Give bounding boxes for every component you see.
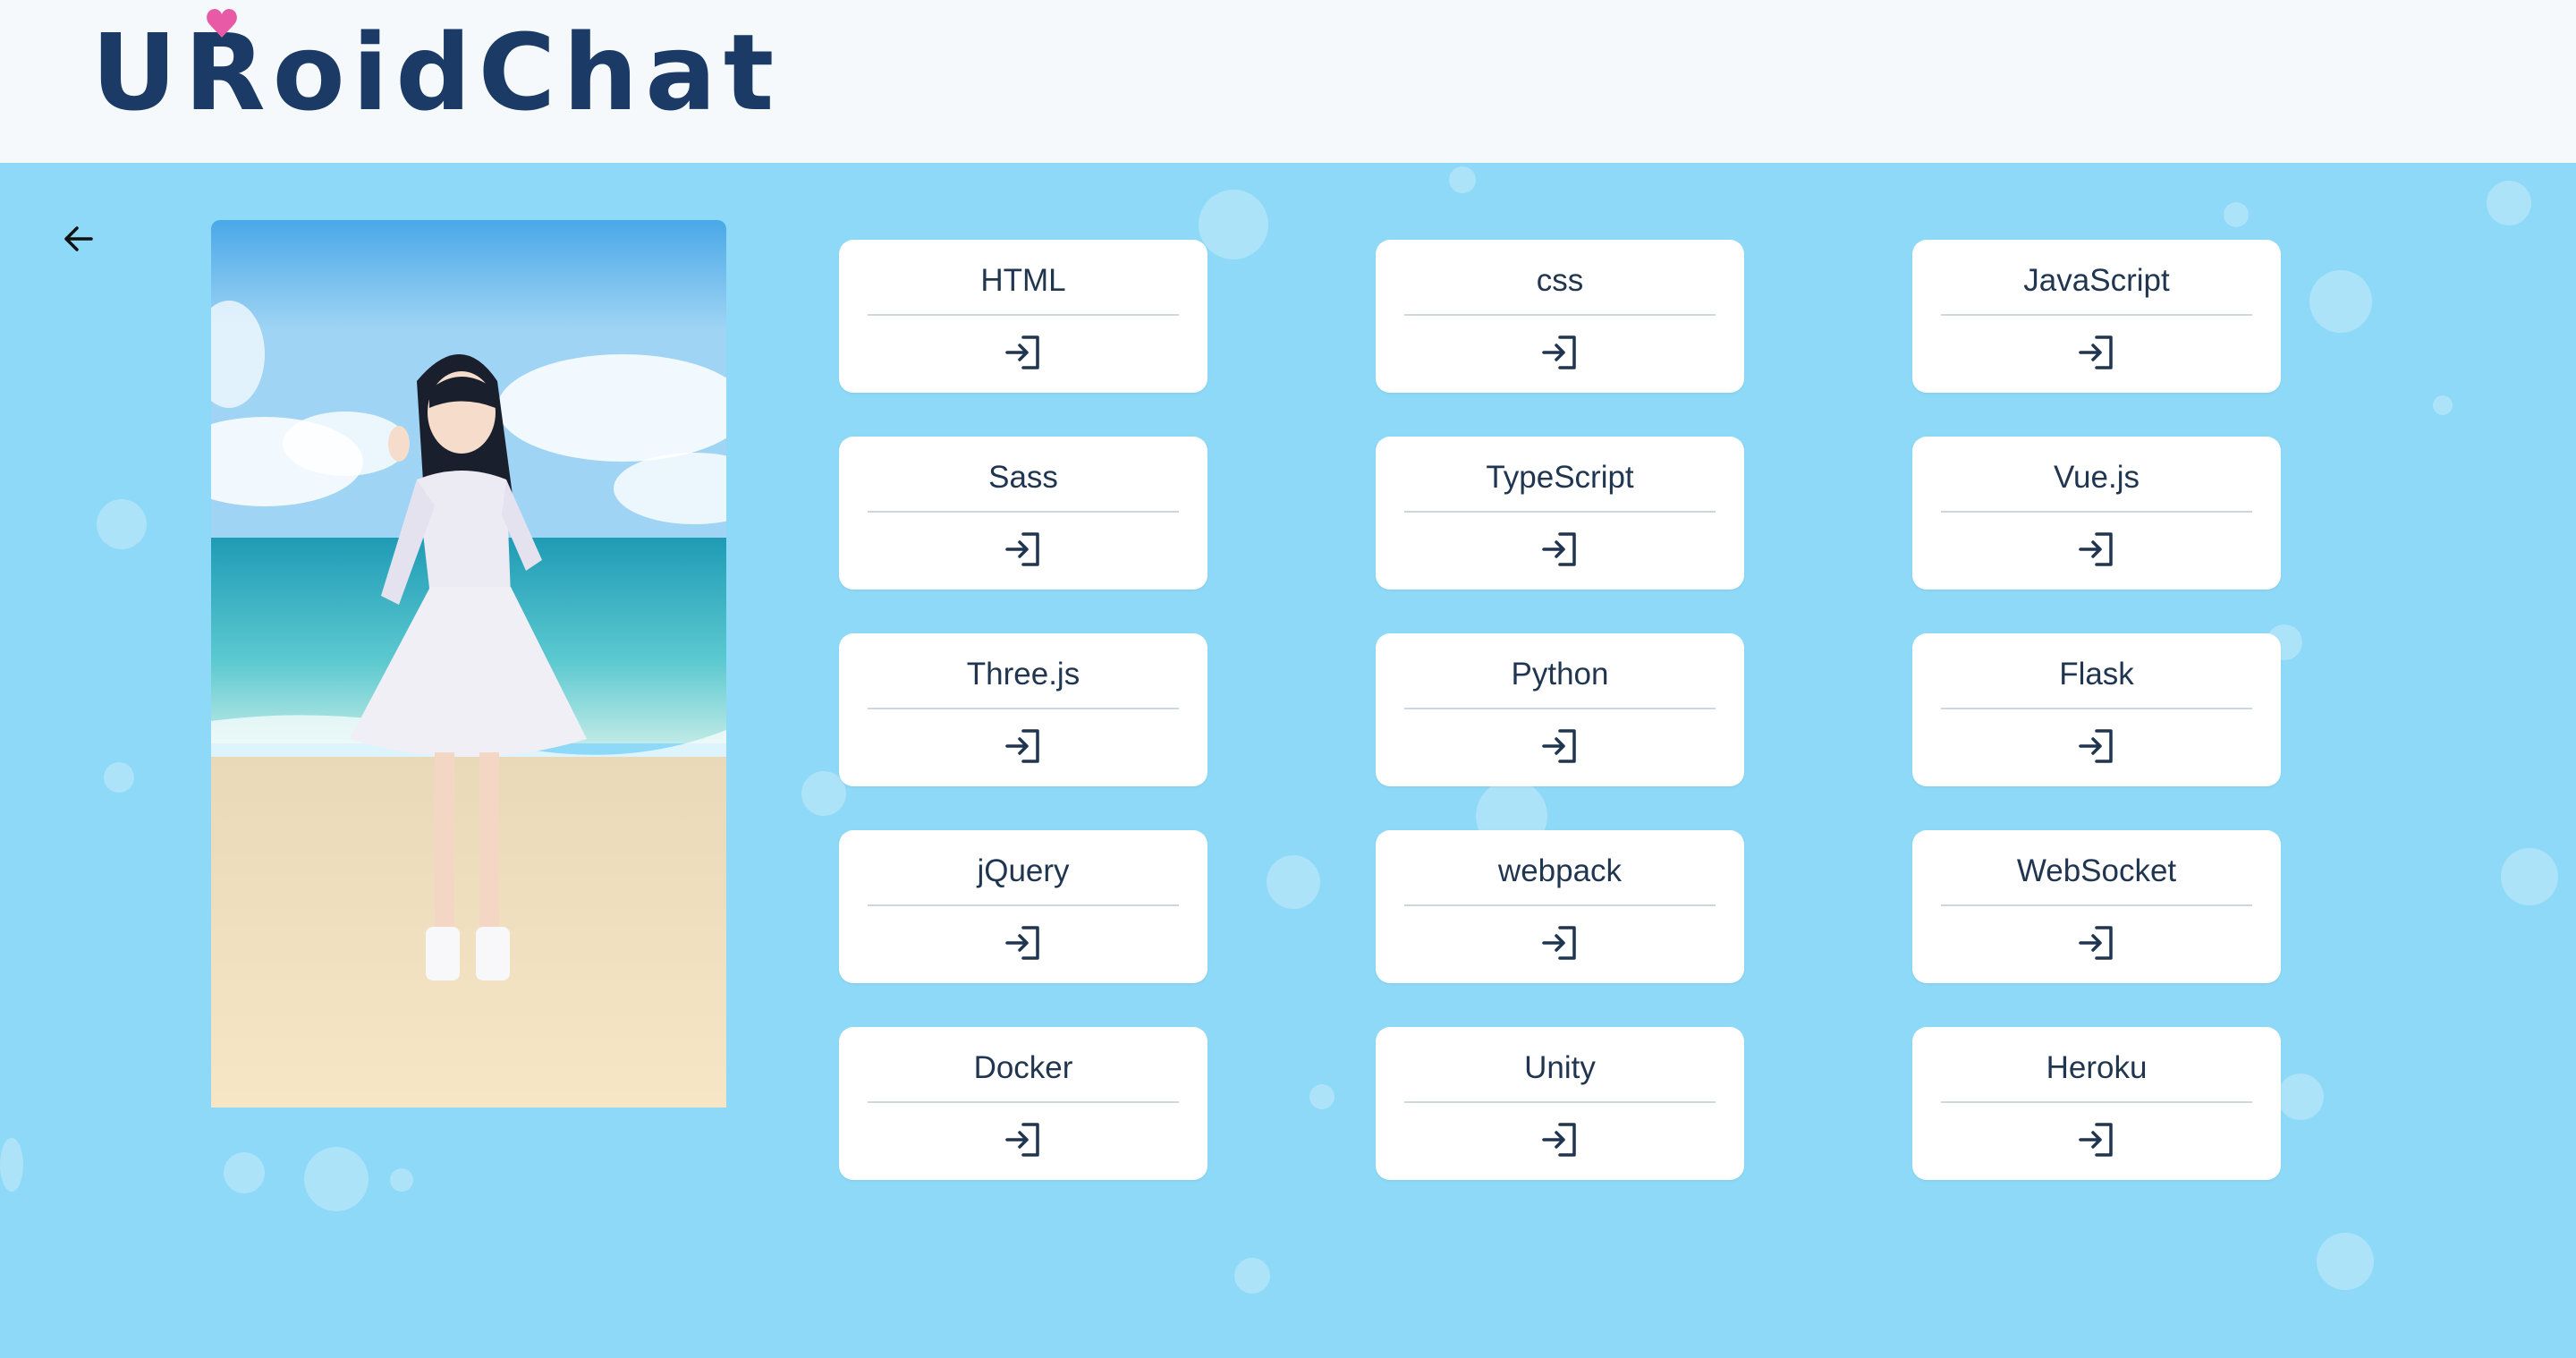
enter-icon[interactable] — [1004, 333, 1043, 372]
room-card-title: webpack — [1497, 853, 1623, 888]
enter-icon[interactable] — [1540, 726, 1580, 766]
room-card-title: JavaScript — [2023, 263, 2170, 298]
room-card[interactable]: Docker — [839, 1027, 1208, 1180]
enter-icon[interactable] — [1540, 530, 1580, 569]
card-divider — [1404, 1101, 1716, 1103]
main-area: HTML css JavaScript Sass TypeScript Vue.js Thr… — [0, 163, 2576, 1358]
room-card[interactable]: Vue.js — [1912, 437, 2281, 590]
card-divider — [1404, 708, 1716, 709]
room-card-title: HTML — [980, 263, 1066, 298]
card-divider — [868, 314, 1179, 316]
card-divider — [1404, 511, 1716, 513]
room-card[interactable]: css — [1376, 240, 1744, 393]
room-card[interactable]: Sass — [839, 437, 1208, 590]
enter-icon[interactable] — [2077, 726, 2116, 766]
room-card[interactable]: Three.js — [839, 633, 1208, 786]
room-card[interactable]: JavaScript — [1912, 240, 2281, 393]
avatar-preview-image — [211, 220, 726, 1108]
enter-icon[interactable] — [2077, 923, 2116, 963]
card-divider — [1941, 314, 2252, 316]
room-card-title: Python — [1511, 657, 1609, 692]
enter-icon[interactable] — [2077, 530, 2116, 569]
room-card-title: Heroku — [2046, 1050, 2148, 1085]
enter-icon[interactable] — [1004, 726, 1043, 766]
room-card[interactable]: WebSocket — [1912, 830, 2281, 983]
card-divider — [1941, 708, 2252, 709]
enter-icon[interactable] — [1540, 1120, 1580, 1159]
enter-icon[interactable] — [1540, 333, 1580, 372]
card-divider — [1404, 904, 1716, 906]
room-card-title: Vue.js — [2054, 460, 2140, 495]
room-card[interactable]: HTML — [839, 240, 1208, 393]
app-logo[interactable]: URoidChat — [91, 20, 781, 125]
room-card[interactable]: Unity — [1376, 1027, 1744, 1180]
room-card[interactable]: Python — [1376, 633, 1744, 786]
enter-icon[interactable] — [2077, 333, 2116, 372]
room-card[interactable]: jQuery — [839, 830, 1208, 983]
card-divider — [1404, 314, 1716, 316]
enter-icon[interactable] — [2077, 1120, 2116, 1159]
card-divider — [868, 511, 1179, 513]
card-divider — [868, 708, 1179, 709]
room-card-title: css — [1536, 263, 1584, 298]
card-divider — [1941, 1101, 2252, 1103]
room-card-title: Docker — [973, 1050, 1073, 1085]
room-card[interactable]: TypeScript — [1376, 437, 1744, 590]
heart-icon — [207, 9, 237, 38]
enter-icon[interactable] — [1004, 1120, 1043, 1159]
room-card-title: Flask — [2059, 657, 2134, 692]
card-divider — [868, 904, 1179, 906]
room-card-title: Sass — [988, 460, 1058, 495]
room-card-title: Unity — [1524, 1050, 1596, 1085]
room-card[interactable]: webpack — [1376, 830, 1744, 983]
room-card-title: TypeScript — [1486, 460, 1634, 495]
enter-icon[interactable] — [1004, 923, 1043, 963]
room-card-title: WebSocket — [2016, 853, 2177, 888]
back-arrow-icon[interactable] — [55, 216, 100, 261]
card-divider — [1941, 904, 2252, 906]
enter-icon[interactable] — [1540, 923, 1580, 963]
room-card-title: Three.js — [966, 657, 1080, 692]
room-card[interactable]: Heroku — [1912, 1027, 2281, 1180]
room-card-title: jQuery — [977, 853, 1070, 888]
card-divider — [868, 1101, 1179, 1103]
card-divider — [1941, 511, 2252, 513]
enter-icon[interactable] — [1004, 530, 1043, 569]
room-card[interactable]: Flask — [1912, 633, 2281, 786]
app-header: URoidChat — [0, 0, 2576, 163]
